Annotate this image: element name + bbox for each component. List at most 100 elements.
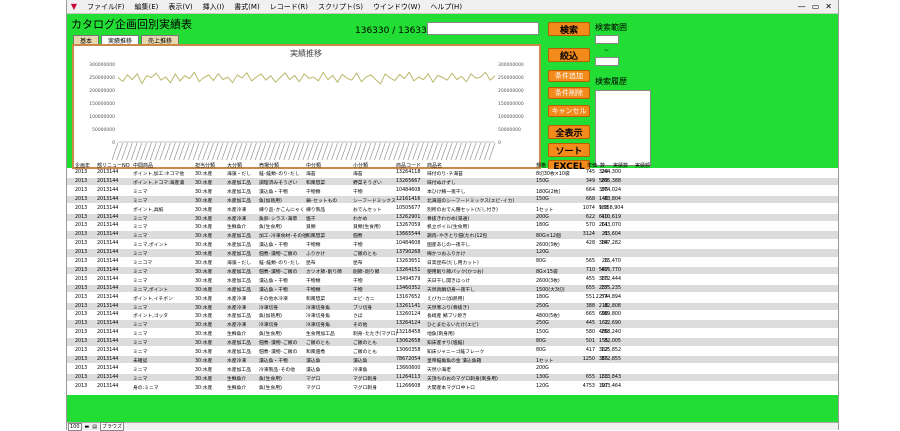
menu-format[interactable]: 書式(M) [229,2,265,12]
x-tick-label [145,142,152,161]
y-tick-label-right: 250000000 [498,75,524,81]
col-header-name[interactable]: 商品名 [427,162,442,169]
menu-file[interactable]: ファイル(F) [82,2,130,12]
app-icon[interactable]: ▼ [69,2,79,12]
table-row[interactable]: 2013 2013144 ミニマ,ポイント 30:水産 水産加工品 漬込魚・干物 干物類 干物… [67,284,838,293]
col-header-salesfloor[interactable]: 売場分類 [259,162,279,169]
table-row[interactable]: 2013 2013144 ミニマ 30:水産 水産加工品 魚(加熱用) 鍋･セットもの シーフ… [67,195,838,204]
x-tick-label [254,142,262,161]
table-row[interactable]: 2013 2013144 未確認 30:水産 水産冷凍 漬込魚・干物 漬込魚 漬込魚 78672… [67,355,838,364]
cell-major: 水産加工品 [227,278,251,284]
table-row[interactable]: 2013 2013144 ポイント,ドコマ:海産漬 30:水産 水産加工品 調理済みそうざ… [67,177,838,186]
range-end-input[interactable] [595,57,619,66]
table-row[interactable]: 2013 2013144 ミニマ 30:水産 水産加工品 佃煮･漬物･ご飯の ご飯のとも ご飯… [67,338,838,346]
table-row[interactable]: 2013 2013144 ミニマ 30:水産 水産加工品 冷凍製品･その他 漬込魚 冷凍魚 13… [67,365,838,373]
table-row[interactable]: 2013 2013144 ポイント,具紙 30:水産 水産冷凍 練り品･かこんにゃく 練り製… [67,205,838,213]
tab-basic[interactable]: 基本 [73,35,100,45]
col-header-actqty[interactable]: 実績数 [613,162,628,169]
menu-scripts[interactable]: スクリプト(S) [313,2,368,12]
table-row[interactable]: 2013 2013144 ポイント,加工:ネコマ他 30:水産 海藻・だし 鮭･鮭類･のり… [67,169,838,177]
table-row[interactable]: 2013 2013144 ミニマ 30:水産 水産加工品 佃煮･漬物･ご飯の カツオ節･削り… [67,266,838,275]
chart-frame: 実績推移 300000000 250000000 200000000 15000000… [72,44,541,169]
cell-middle: 塩干 [306,216,316,222]
table-row[interactable]: 2013 2013144 ミニマ 30:水産 生鮮魚介 魚(生食用) 生食用加工品 刺身･たた… [67,329,838,337]
menu-window[interactable]: ウインドウ(W) [368,2,425,12]
search-history-list[interactable] [595,90,651,166]
y-tick-label-left: 50000000 [92,127,115,133]
cell-middle: 海苔 [306,172,316,177]
col-header-code[interactable]: 商品コード [396,162,421,169]
tab-trend[interactable]: 実績推移 [101,35,140,45]
cell-major: 水産冷凍 [227,323,247,329]
table-row[interactable]: 2013 2013144 身の:ミニマ 30:水産 生鮮魚介 魚(生食用) マグロ マグロ刺身… [67,383,838,391]
search-button[interactable]: 検索 [548,22,590,36]
tab-sales[interactable]: 売上推移 [141,35,180,45]
restore-icon[interactable]: ▭ [812,2,820,11]
table-row[interactable]: 2013 2013144 ミニコマ 30:水産 海藻・だし 鮭･鮭類･のり･だし 昆布 昆布 1… [67,258,838,266]
table-row[interactable]: 2013 2013144 ミニマ 30:水産 水産加工品 加工･冷凍食材･その他 和風惣菜 佃… [67,231,838,239]
menu-insert[interactable]: 挿入(I) [198,2,230,12]
cell-year: 2013 [75,383,88,389]
col-header-price[interactable]: 単価 [587,162,597,169]
close-icon[interactable]: ✕ [825,2,832,11]
table-row[interactable]: 2013 2013144 ミニマ 30:水産 水産冷凍 冷凍切身 冷凍切身魚 その他 13264… [67,320,838,328]
cell-actqty: 416,770 [601,267,621,273]
col-header-small[interactable]: 小分類 [353,162,368,169]
cell-major: 水産冷凍 [227,305,247,311]
col-header-middle[interactable]: 中分類 [306,162,321,169]
table-row[interactable]: 2013 2013144 ミニマ 30:水産 水産加工品 漬込魚・干物 干物類 干物 10484… [67,187,838,195]
table-row[interactable]: 2013 2013144 ミニマ 30:水産 水産加工品 佃煮･漬物･ご飯の ふりかけ ご飯の… [67,249,838,257]
table-row[interactable]: 2013 2013144 ミニマ 30:水産 水産加工品 佃煮･漬物･ご飯の 和風佃煮 ご飯の… [67,347,838,355]
cell-planno: 2013144 [97,348,119,353]
cell-small: 漬込魚 [353,358,368,364]
col-header-spec[interactable]: 規格 [536,162,546,169]
cell-spec: 120G [536,383,549,389]
menu-edit[interactable]: 編集(E) [130,2,164,12]
x-tick-label [359,142,367,161]
table-row[interactable]: 2013 2013144 ミニマ 30:水産 水産加工品 漬込魚・干物 干物類 干物 13494… [67,276,838,284]
col-header-actamount[interactable]: 実績額 [635,162,650,169]
cell-salesfloor: 漬込魚・干物 [259,287,288,293]
col-header-planno[interactable]: 部リニューNO [97,162,130,169]
zoom-level[interactable]: 100 [68,422,82,431]
menu-help[interactable]: ヘルプ(H) [425,2,467,12]
table-row[interactable]: 2013 2013144 ミニマ 30:水産 生鮮魚介 魚(生食用) 貝類 貝類(生食用) 13… [67,222,838,230]
cell-planno: 2013144 [97,267,119,273]
cell-code: 13060358 [396,348,421,353]
remove-condition-button[interactable]: 条件削除 [548,87,590,99]
range-start-input[interactable] [595,35,619,44]
zoom-icon[interactable]: ▬ [85,424,90,430]
x-tick-label [140,142,147,161]
narrow-button[interactable]: 絞込 [548,48,590,62]
cell-middle: 練り製品 [306,207,326,213]
cell-name: 天頂ちのおのマグロ刺身(刺身用) [427,376,498,382]
sort-button[interactable]: ソート [548,143,590,157]
cell-salesfloor: 加工･冷凍食材･その他 [259,234,307,240]
cell-midproduct: ポイント,具紙 [133,207,164,213]
col-header-midproduct[interactable]: 中間商品 [133,162,153,169]
col-header-qty[interactable]: 数 [600,162,605,169]
range-separator: ~ [604,47,610,54]
minimize-icon[interactable]: — [798,2,806,11]
cell-year: 2013 [75,170,88,175]
table-row[interactable]: 2013 2013144 ミニマ,ポイント 30:水産 水産加工品 漬込魚・干物 干物類 干物… [67,240,838,248]
x-tick-label [383,142,391,161]
cell-spec: 8G×15袋 [536,269,558,275]
table-row[interactable]: 2013 2013144 ミニマ 30:水産 生鮮魚介 魚(生食用) マグロ マグロ刺身 112… [67,373,838,382]
table-row[interactable]: 2013 2013144 ミニマ 30:水産 水産冷凍 魚卵･シラス･海草 塩干 わかめ 132… [67,213,838,222]
menu-records[interactable]: レコード(R) [265,2,313,12]
x-tick-label [364,142,372,161]
add-condition-button[interactable]: 条件追加 [548,70,590,82]
col-header-category[interactable]: 担当分類 [195,162,215,169]
cancel-button[interactable]: キャンセル [548,105,590,117]
col-header-year[interactable]: 企画年 [75,162,90,169]
table-row[interactable]: 2013 2013144 ミニマ 30:水産 水産冷凍 冷凍切身 冷凍切身魚 ブリ切身 1326… [67,302,838,311]
col-header-major[interactable]: 大分類 [227,162,242,169]
show-all-button[interactable]: 全表示 [548,125,590,139]
menu-view[interactable]: 表示(V) [163,2,197,12]
search-input[interactable] [427,22,539,35]
table-row[interactable]: 2013 2013144 ポイント,イチボン 30:水産 水産冷凍 その他水冷凍 和風惣菜 エ… [67,294,838,302]
x-tick-label [421,142,429,161]
table-row[interactable]: 2013 2013144 ポイント,ゴッタ 30:水産 水産加工品 魚(加熱用) 冷凍切身魚… [67,311,838,319]
layout-icon[interactable]: ▤ [92,424,97,430]
